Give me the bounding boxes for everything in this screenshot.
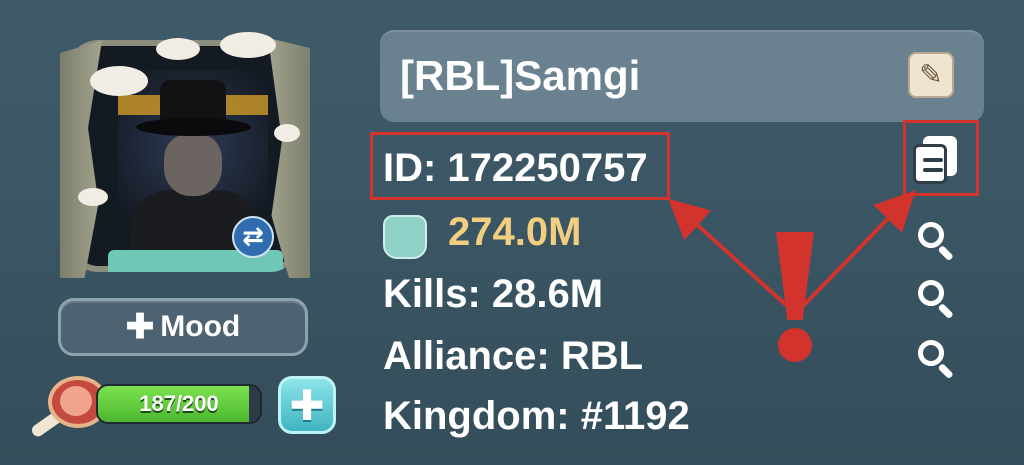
annotation-arrows [668, 190, 916, 307]
exclamation-icon [770, 232, 820, 362]
